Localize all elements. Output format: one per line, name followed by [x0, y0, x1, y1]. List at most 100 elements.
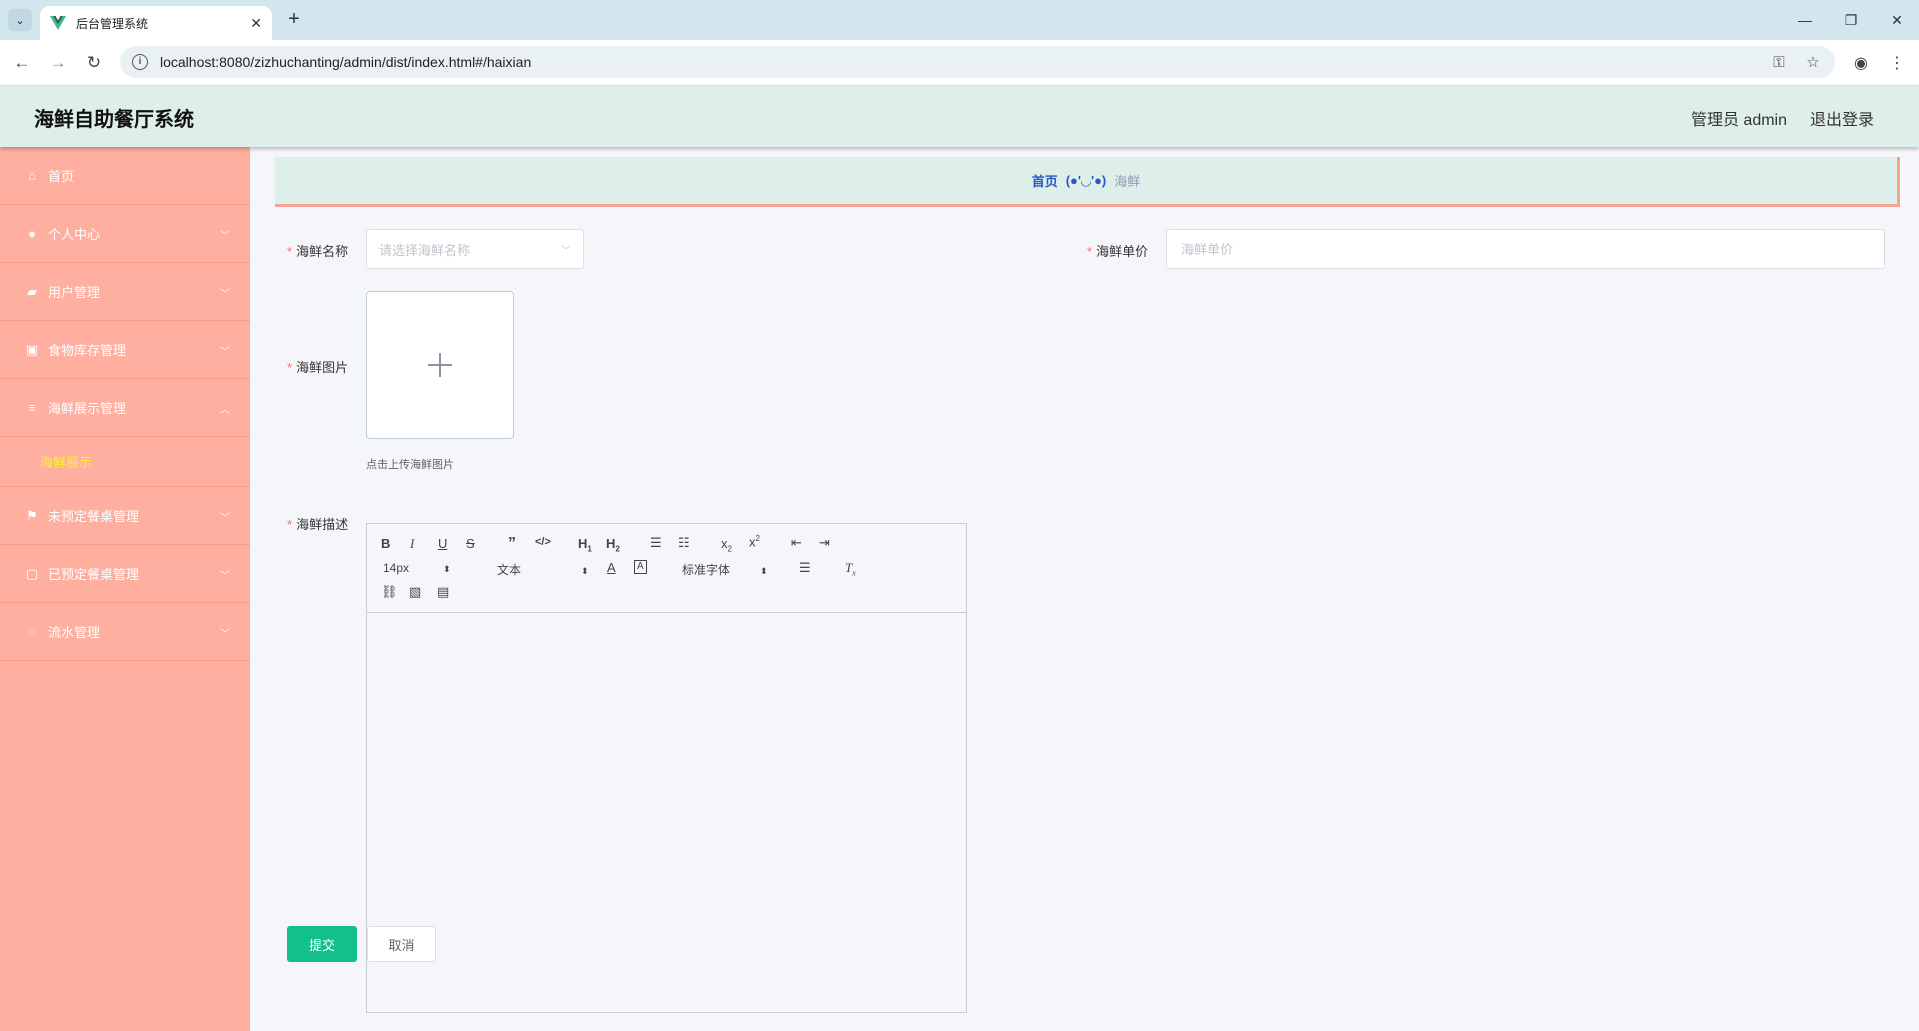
- back-icon[interactable]: ←: [10, 51, 34, 75]
- tab-close-icon[interactable]: ✕: [250, 15, 262, 32]
- font-size-select[interactable]: 14px ⬍: [383, 561, 451, 575]
- sidebar-item-profile[interactable]: ● 个人中心 ﹀: [0, 205, 250, 263]
- bold-icon[interactable]: B: [381, 536, 390, 551]
- heading-1-icon[interactable]: H1: [578, 536, 592, 554]
- clear-format-icon[interactable]: Tx: [845, 560, 856, 578]
- browser-address-bar: ← → ↻ i localhost:8080/zizhuchanting/adm…: [0, 40, 1919, 86]
- sliders-icon: ≡: [28, 399, 36, 415]
- sidebar-item-label: 用户管理: [48, 285, 101, 300]
- background-color-icon[interactable]: A: [634, 560, 647, 574]
- chevron-down-icon: ﹀: [220, 289, 230, 300]
- site-info-icon[interactable]: i: [132, 54, 148, 70]
- ordered-list-icon[interactable]: ☰: [650, 535, 662, 551]
- tab-search-button[interactable]: ⌄: [8, 9, 32, 31]
- sidebar: ⌂ 首页 ● 个人中心 ﹀ ▰ 用户管理 ﹀ ▣ 食物库存管理 ﹀ ≡ 海鲜展示…: [0, 147, 250, 1031]
- chevron-down-icon: ﹀: [220, 231, 230, 242]
- restore-button[interactable]: ❐: [1836, 8, 1866, 32]
- price-label: * 海鲜单价: [1087, 241, 1148, 260]
- image-upload-box[interactable]: [366, 291, 514, 439]
- reload-icon[interactable]: ↻: [82, 51, 106, 75]
- image-label-text: 海鲜图片: [296, 360, 349, 375]
- cancel-button[interactable]: 取消: [367, 926, 436, 962]
- sidebar-item-home[interactable]: ⌂ 首页: [0, 147, 250, 205]
- sidebar-subitem-seafood[interactable]: 海鲜展示: [0, 437, 250, 487]
- rich-text-editor: B I U S ” </> H1 H2 ☰ ☷ x2 x2 ⇤ ⇥ 14px ⬍ …: [366, 523, 967, 1013]
- italic-icon[interactable]: I: [410, 536, 414, 552]
- browser-tab-bar: ⌄ 后台管理系统 ✕ + — ❐ ✕: [0, 0, 1919, 40]
- breadcrumb: 首页 (●'◡'●) 海鲜: [275, 157, 1900, 207]
- main-content: 首页 (●'◡'●) 海鲜 *海鲜名称 请选择海鲜名称 ﹀ *海鲜单价 *海鲜图…: [250, 147, 1919, 1031]
- forward-icon[interactable]: →: [46, 51, 70, 75]
- sidebar-item-reserved-tables[interactable]: ▢ 已预定餐桌管理 ﹀: [0, 545, 250, 603]
- seafood-name-select[interactable]: 请选择海鲜名称 ﹀: [366, 229, 584, 269]
- indent-icon[interactable]: ⇥: [819, 535, 830, 551]
- sidebar-item-transactions[interactable]: ◌ 流水管理 ﹀: [0, 603, 250, 661]
- browser-tab[interactable]: 后台管理系统 ✕: [40, 6, 272, 40]
- key-icon[interactable]: ⚿: [1769, 54, 1789, 71]
- font-color-icon[interactable]: A: [607, 560, 616, 575]
- submit-button[interactable]: 提交: [287, 926, 357, 962]
- heading-2-icon[interactable]: H2: [606, 536, 620, 554]
- bell-off-icon: ◌: [28, 623, 36, 639]
- blockquote-icon[interactable]: ”: [508, 535, 516, 553]
- chat-icon: ▢: [25, 565, 39, 581]
- app-header: 海鲜自助餐厅系统 管理员 admin 退出登录: [0, 86, 1919, 147]
- required-mark: *: [287, 244, 293, 259]
- box-icon: ▣: [25, 341, 39, 357]
- seafood-price-input[interactable]: [1166, 229, 1885, 269]
- admin-label: 管理员 admin: [1690, 112, 1787, 129]
- sidebar-item-label: 流水管理: [48, 625, 101, 640]
- sidebar-item-users[interactable]: ▰ 用户管理 ﹀: [0, 263, 250, 321]
- breadcrumb-home[interactable]: 首页: [1032, 171, 1058, 190]
- link-icon[interactable]: ⛓: [381, 584, 398, 600]
- header-select[interactable]: 文本 ⬍: [497, 561, 589, 578]
- chevron-down-icon: ﹀: [220, 629, 230, 640]
- upload-tip: 点击上传海鲜图片: [366, 459, 454, 471]
- app-title: 海鲜自助餐厅系统: [34, 109, 194, 131]
- bullet-list-icon[interactable]: ☷: [678, 535, 690, 551]
- superscript-icon[interactable]: x2: [749, 534, 760, 549]
- sidebar-item-label: 食物库存管理: [48, 343, 127, 358]
- sidebar-item-label: 已预定餐桌管理: [48, 567, 140, 582]
- star-icon[interactable]: ☆: [1803, 53, 1823, 71]
- url-text[interactable]: localhost:8080/zizhuchanting/admin/dist/…: [160, 54, 1755, 70]
- strike-icon[interactable]: S: [466, 536, 475, 551]
- chevron-down-icon: ﹀: [220, 347, 230, 358]
- font-family-select[interactable]: 标准字体 ⬍: [682, 561, 768, 578]
- minimize-button[interactable]: —: [1790, 8, 1820, 32]
- sidebar-item-inventory[interactable]: ▣ 食物库存管理 ﹀: [0, 321, 250, 379]
- subscript-icon[interactable]: x2: [721, 536, 732, 554]
- image-icon[interactable]: ▧: [409, 584, 421, 600]
- name-label: * 海鲜名称: [287, 241, 348, 260]
- required-mark: *: [1087, 244, 1093, 259]
- vue-logo-icon: [50, 16, 66, 30]
- window-close-button[interactable]: ✕: [1882, 8, 1912, 32]
- required-mark: *: [287, 517, 293, 532]
- new-tab-button[interactable]: +: [282, 8, 306, 32]
- sidebar-item-label: 首页: [48, 169, 75, 184]
- editor-content-area[interactable]: [367, 613, 966, 1012]
- logout-link[interactable]: 退出登录: [1810, 106, 1874, 130]
- url-field[interactable]: i localhost:8080/zizhuchanting/admin/dis…: [120, 46, 1835, 78]
- select-arrows-icon: ⬍: [443, 564, 451, 574]
- required-mark: *: [287, 360, 293, 375]
- sidebar-item-unreserved-tables[interactable]: ⚑ 未预定餐桌管理 ﹀: [0, 487, 250, 545]
- align-icon[interactable]: ☰: [799, 560, 811, 576]
- home-icon: ⌂: [28, 167, 36, 183]
- code-block-icon[interactable]: </>: [535, 536, 551, 548]
- profile-icon[interactable]: ◉: [1850, 53, 1872, 75]
- description-label: * 海鲜描述: [287, 514, 348, 533]
- sidebar-item-label: 个人中心: [48, 227, 101, 242]
- select-arrows-icon: ⬍: [760, 566, 768, 576]
- video-icon[interactable]: ▤: [437, 584, 449, 600]
- sidebar-item-label: 未预定餐桌管理: [48, 509, 140, 524]
- editor-toolbar: B I U S ” </> H1 H2 ☰ ☷ x2 x2 ⇤ ⇥ 14px ⬍ …: [367, 524, 966, 613]
- image-label: * 海鲜图片: [287, 357, 348, 376]
- breadcrumb-separator: (●'◡'●): [1065, 172, 1107, 188]
- outdent-icon[interactable]: ⇤: [791, 535, 802, 551]
- more-vert-icon[interactable]: ⋮: [1886, 53, 1908, 75]
- font-family-value: 标准字体: [682, 563, 731, 577]
- underline-icon[interactable]: U: [438, 536, 447, 551]
- sidebar-item-seafood-display[interactable]: ≡ 海鲜展示管理 ︿: [0, 379, 250, 437]
- chevron-up-icon: ︿: [220, 405, 230, 416]
